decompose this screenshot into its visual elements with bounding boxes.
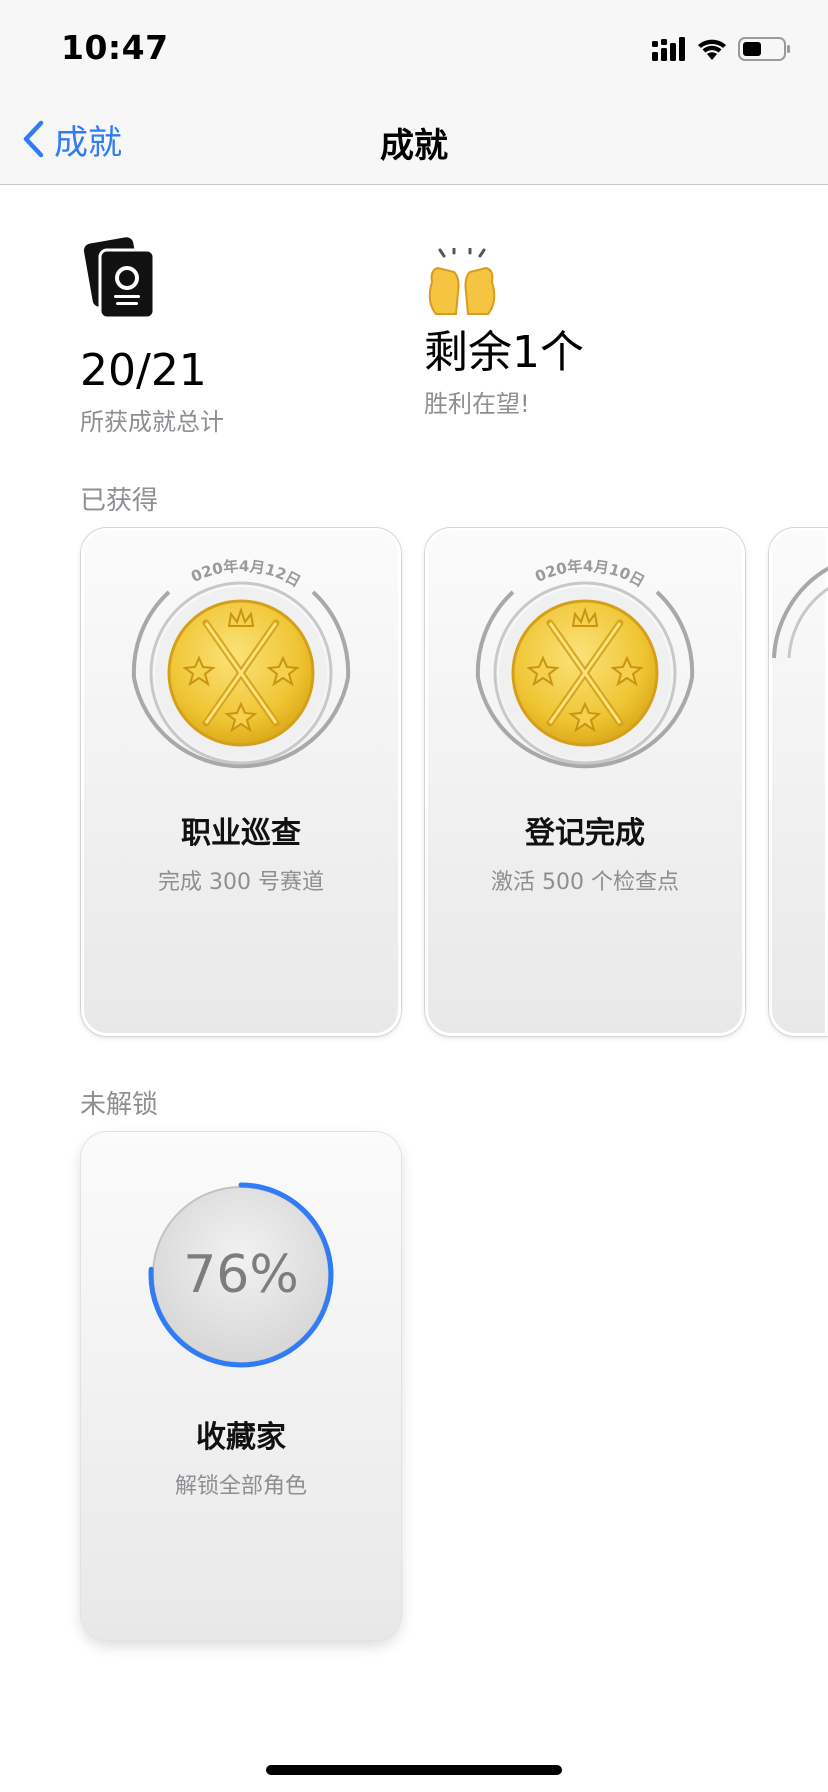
remaining-achievements-stat: 剩余1个 胜利在望!: [424, 246, 584, 419]
page-title: 成就: [380, 126, 448, 166]
achievement-title: 职业巡查: [181, 816, 301, 851]
achievement-date: 2020年4月12日: [81, 528, 304, 591]
progress-ring: 76%: [148, 1182, 334, 1368]
status-time: 10:47: [61, 28, 169, 67]
total-achievements-value: 20/21: [80, 345, 207, 396]
achievement-subtitle: 解锁全部角色: [174, 1474, 307, 1499]
achievement-card-partial[interactable]: [769, 528, 828, 1036]
achievement-subtitle: 激活 500 个检查点: [491, 870, 679, 895]
achievement-cards-icon: [83, 237, 156, 320]
total-achievements-caption: 所获成就总计: [80, 408, 224, 436]
status-icons: [652, 34, 792, 64]
remaining-achievements-caption: 胜利在望!: [424, 390, 530, 418]
raising-hands-emoji: [428, 246, 496, 315]
battery-icon: [738, 37, 790, 61]
gold-medal-icon: [772, 566, 828, 659]
wifi-icon: [698, 39, 726, 60]
home-indicator[interactable]: [266, 1765, 562, 1775]
gold-medal-icon: 2020年4月10日: [425, 528, 695, 769]
svg-text:2020年4月10日: 2020年4月10日: [425, 528, 648, 591]
achievement-title: 收藏家: [196, 1420, 286, 1455]
cellular-signal-icon: [652, 37, 685, 61]
locked-achievement-card[interactable]: 76% 收藏家 解锁全部角色: [81, 1132, 401, 1640]
achievement-card[interactable]: 2020年4月10日 登记完成 激活 500 个检查点: [425, 528, 745, 1036]
svg-text:2020年4月12日: 2020年4月12日: [81, 528, 304, 591]
status-bar: 10:47: [0, 0, 828, 94]
gold-medal-icon: 2020年4月12日: [81, 528, 351, 769]
achievement-card[interactable]: 2020年4月12日 职业巡查 完成 300 号赛道: [81, 528, 401, 1036]
achievement-title: 登记完成: [525, 816, 645, 851]
section-label-earned: 已获得: [80, 486, 159, 516]
remaining-achievements-value: 剩余1个: [424, 327, 584, 378]
section-label-locked: 未解锁: [80, 1090, 159, 1120]
achievement-date: 2020年4月10日: [425, 528, 648, 591]
navigation-bar: 成就 成就: [0, 94, 828, 185]
achievement-subtitle: 完成 300 号赛道: [158, 870, 324, 895]
total-achievements-stat: 20/21 所获成就总计: [80, 236, 224, 437]
progress-label: 76%: [183, 1245, 299, 1305]
